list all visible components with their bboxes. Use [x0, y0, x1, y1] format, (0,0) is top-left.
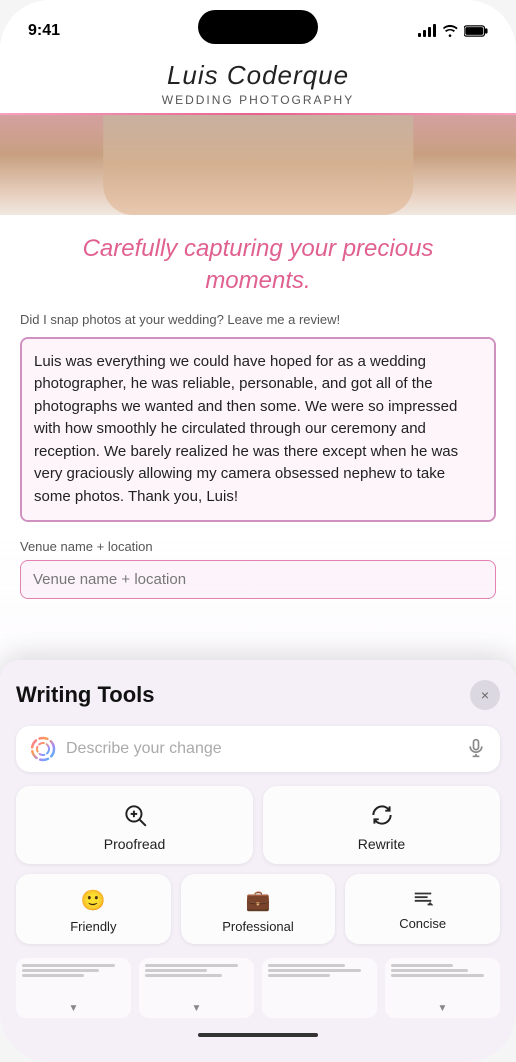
tools-row: Proofread Rewrite [16, 786, 500, 864]
site-header: Luis Coderque Wedding Photography [0, 50, 516, 113]
writing-tools-panel: Writing Tools × Describe your change [0, 660, 516, 1062]
preview-line [145, 974, 222, 977]
venue-label: Venue name + location [20, 539, 496, 554]
ai-icon [30, 736, 56, 762]
preview-line [268, 964, 345, 967]
preview-line [391, 974, 484, 977]
preview-card-3[interactable] [262, 958, 377, 1018]
hero-image [0, 115, 516, 215]
concise-icon [412, 888, 434, 910]
concise-label: Concise [399, 916, 446, 931]
proofread-label: Proofread [104, 836, 165, 852]
home-indicator [16, 1018, 500, 1046]
preview-row: ▼ ▼ ▼ [16, 958, 500, 1018]
panel-header: Writing Tools × [16, 680, 500, 710]
site-title: Luis Coderque [20, 60, 496, 91]
professional-icon: 💼 [246, 888, 271, 913]
tone-row: 🙂 Friendly 💼 Professional Concise [16, 874, 500, 944]
signal-icon [418, 25, 436, 37]
preview-card-2[interactable]: ▼ [139, 958, 254, 1018]
mic-icon [466, 738, 486, 758]
friendly-button[interactable]: 🙂 Friendly [16, 874, 171, 944]
preview-card-1[interactable]: ▼ [16, 958, 131, 1018]
professional-label: Professional [222, 919, 294, 934]
proofread-icon [122, 802, 148, 828]
rewrite-icon [369, 802, 395, 828]
preview-line [22, 974, 84, 977]
proofread-button[interactable]: Proofread [16, 786, 253, 864]
preview-line [268, 974, 330, 977]
rewrite-label: Rewrite [358, 836, 405, 852]
preview-line [391, 969, 468, 972]
battery-icon [464, 25, 488, 37]
rewrite-button[interactable]: Rewrite [263, 786, 500, 864]
preview-down-arrow: ▼ [69, 1003, 79, 1014]
preview-line [268, 969, 361, 972]
search-placeholder: Describe your change [66, 740, 456, 758]
status-time: 9:41 [28, 22, 60, 40]
status-bar: 9:41 [0, 0, 516, 50]
mic-button[interactable] [466, 738, 486, 761]
review-prompt: Did I snap photos at your wedding? Leave… [20, 312, 496, 327]
concise-button[interactable]: Concise [345, 874, 500, 944]
preview-line [391, 964, 453, 967]
status-icons [418, 25, 488, 37]
panel-title: Writing Tools [16, 682, 155, 708]
site-subtitle: Wedding Photography [20, 93, 496, 107]
preview-line [145, 969, 207, 972]
preview-down-arrow: ▼ [192, 1003, 202, 1014]
close-button[interactable]: × [470, 680, 500, 710]
friendly-icon: 🙂 [81, 888, 106, 913]
preview-line [22, 964, 115, 967]
wifi-icon [442, 25, 458, 37]
preview-line [22, 969, 99, 972]
preview-down-arrow: ▼ [438, 1003, 448, 1014]
search-bar: Describe your change [16, 726, 500, 772]
tagline: Carefully capturing your precious moment… [0, 215, 516, 312]
home-bar [198, 1033, 318, 1037]
preview-line [145, 964, 238, 967]
professional-button[interactable]: 💼 Professional [181, 874, 336, 944]
friendly-label: Friendly [70, 919, 116, 934]
venue-input[interactable] [20, 560, 496, 599]
review-textarea[interactable] [20, 337, 496, 522]
preview-card-4[interactable]: ▼ [385, 958, 500, 1018]
review-section: Did I snap photos at your wedding? Leave… [0, 312, 516, 609]
dynamic-island [198, 10, 318, 44]
